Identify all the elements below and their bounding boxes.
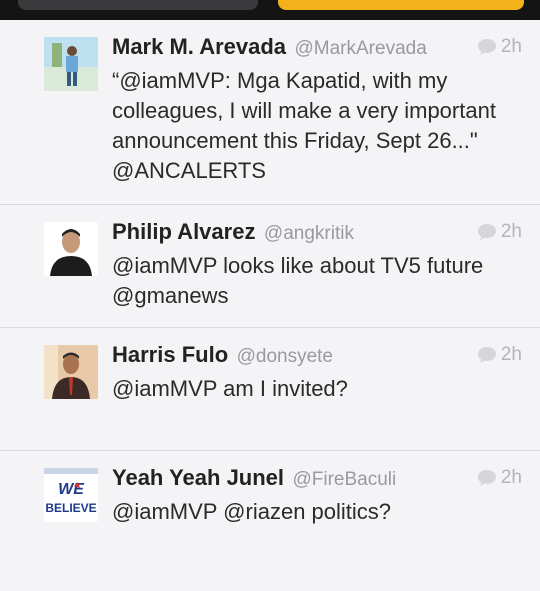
top-left-tab[interactable] [18,0,258,10]
tweet-item[interactable]: Mark M. Arevada @MarkArevada 2h “@iamMVP… [0,20,540,205]
author-name[interactable]: Mark M. Arevada [112,34,286,59]
tweet-item[interactable]: WE BELIEVE Yeah Yeah Junel @FireBaculi 2… [0,451,540,591]
avatar[interactable] [44,222,98,276]
author-handle[interactable]: @angkritik [264,223,354,244]
tweet-text: “@iamMVP: Mga Kapatid, with my colleague… [112,68,496,183]
time-ago: 2h [500,36,522,57]
avatar[interactable] [44,37,98,91]
time-ago: 2h [500,467,522,488]
comment-bubble-icon [477,39,496,55]
top-right-tab[interactable] [278,0,524,10]
avatar[interactable]: WE BELIEVE [44,468,98,522]
tweet-feed: Mark M. Arevada @MarkArevada 2h “@iamMVP… [0,20,540,591]
tweet-item[interactable]: Harris Fulo @donsyete 2h @iamMVP am I in… [0,328,540,451]
tweet-text: @iamMVP looks like about TV5 future @gma… [112,253,484,308]
reply-timestamp[interactable]: 2h [477,221,522,243]
author-handle[interactable]: @MarkArevada [295,38,427,59]
reply-timestamp[interactable]: 2h [477,36,522,58]
tweet-text: @iamMVP @riazen politics? [112,499,392,524]
tweet-text: @iamMVP am I invited? [112,376,348,401]
top-bar [0,0,540,20]
comment-bubble-icon [477,347,496,363]
comment-bubble-icon [477,470,496,486]
avatar-believe-text: BELIEVE [45,501,96,515]
author-handle[interactable]: @donsyete [237,346,333,367]
reply-timestamp[interactable]: 2h [477,467,522,489]
time-ago: 2h [500,344,522,365]
author-handle[interactable]: @FireBaculi [292,469,396,490]
author-name[interactable]: Harris Fulo [112,342,228,367]
time-ago: 2h [500,221,522,242]
comment-bubble-icon [477,224,496,240]
author-name[interactable]: Philip Alvarez [112,219,255,244]
reply-timestamp[interactable]: 2h [477,344,522,366]
avatar-we-text: WE [58,481,85,498]
author-name[interactable]: Yeah Yeah Junel [112,465,284,490]
tweet-item[interactable]: Philip Alvarez @angkritik 2h @iamMVP loo… [0,205,540,328]
avatar[interactable] [44,345,98,399]
